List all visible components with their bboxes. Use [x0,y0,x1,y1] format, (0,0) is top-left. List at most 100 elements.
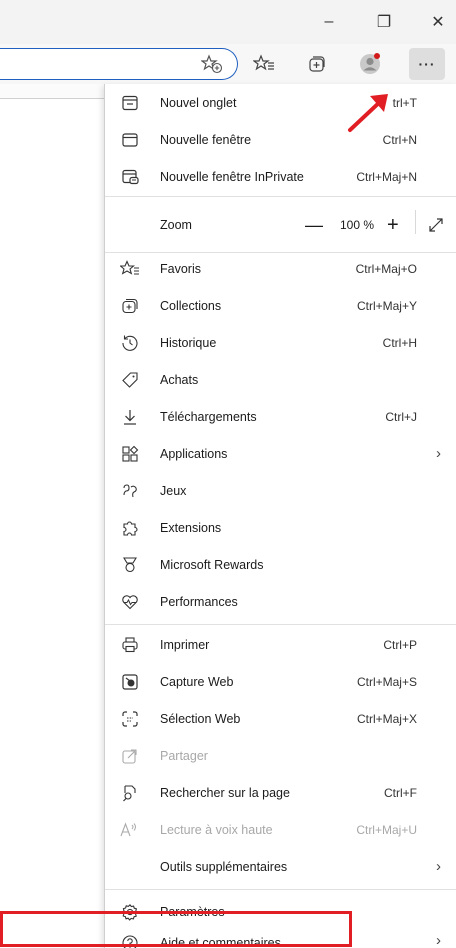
restore-icon: ❐ [376,14,392,31]
minimize-icon: – [324,13,334,30]
menu-item-label: Nouvelle fenêtre [160,132,252,147]
gear-icon [119,901,141,923]
menu-item-microsoft-rewards[interactable]: Microsoft Rewards [105,546,456,583]
puzzle-icon [119,517,141,539]
menu-item-label: Jeux [160,483,187,498]
read-aloud-icon [119,819,141,841]
games-icon [119,480,141,502]
menu-divider [105,889,456,890]
menu-divider [105,624,456,625]
favorites-icon [119,258,141,280]
more-icon: ··· [418,56,436,72]
favorites-icon[interactable] [250,50,278,78]
apps-icon [119,443,141,465]
performance-heart-icon [119,591,141,613]
menu-item-extensions[interactable]: Extensions [105,509,456,546]
rewards-medal-icon [119,554,141,576]
zoom-in-button[interactable]: + [387,214,399,237]
add-favorite-icon[interactable] [201,54,223,74]
menu-item-label: Microsoft Rewards [160,557,264,572]
menu-item-collections[interactable]: Collections Ctrl+Maj+Y [105,287,456,324]
menu-item-shortcut: Ctrl+Maj+N [356,169,417,184]
menu-item-more-tools[interactable]: Outils supplémentaires › [105,848,456,885]
fullscreen-icon[interactable] [427,216,445,234]
menu-item-label: Partager [160,748,208,763]
chevron-right-icon: › [436,858,441,875]
menu-item-label: Performances [160,594,238,609]
inprivate-window-icon [119,166,141,188]
menu-item-label: Paramètres [160,904,225,919]
address-bar[interactable] [0,48,238,80]
menu-item-shortcut: Ctrl+Maj+Y [356,298,417,313]
collections-icon [119,295,141,317]
menu-item-label: Collections [160,298,222,313]
collections-icon[interactable] [303,50,331,78]
menu-item-label: Nouvelle fenêtre InPrivate [160,169,304,184]
menu-item-find-on-page[interactable]: Rechercher sur la page Ctrl+F [105,774,456,811]
history-icon [119,332,141,354]
new-window-icon [119,129,141,151]
menu-item-new-window[interactable]: Nouvelle fenêtre Ctrl+N [105,121,456,158]
menu-item-new-inprivate-window[interactable]: Nouvelle fenêtre InPrivate Ctrl+Maj+N [105,158,456,195]
menu-item-label: Téléchargements [160,409,257,424]
menu-item-label: Nouvel onglet [160,95,237,110]
web-select-icon [119,708,141,730]
profile-avatar[interactable] [356,50,384,78]
red-arrow-annotation [348,94,388,132]
menu-item-shortcut: Ctrl+Maj+S [356,674,417,689]
menu-item-label: Sélection Web [160,711,241,726]
title-bar: – ❐ ✕ [0,0,456,44]
menu-item-label: Favoris [160,261,201,276]
tag-icon [119,369,141,391]
menu-item-shortcut: Ctrl+Maj+X [356,711,417,726]
menu-item-help-and-feedback[interactable]: Aide et commentaires › [105,930,456,948]
menu-item-performance[interactable]: Performances [105,583,456,620]
menu-item-label: Lecture à voix haute [160,822,273,837]
settings-and-more-menu: Nouvel onglet trl+T Nouvelle fenêtre Ctr… [104,84,456,948]
zoom-label: Zoom [160,218,192,232]
web-capture-icon [119,671,141,693]
menu-item-label: Rechercher sur la page [160,785,290,800]
menu-item-shortcut: Ctrl+Maj+O [355,261,417,276]
menu-item-shortcut: Ctrl+H [382,335,417,350]
menu-item-label: Outils supplémentaires [160,859,288,874]
menu-item-label: Capture Web [160,674,234,689]
new-tab-icon [119,92,141,114]
help-icon [119,932,141,948]
menu-item-share: Partager [105,737,456,774]
download-icon [119,406,141,428]
zoom-divider [415,210,416,234]
settings-and-more-button[interactable]: ··· [409,48,445,80]
menu-item-label: Aide et commentaires [160,936,281,948]
menu-item-new-tab[interactable]: Nouvel onglet trl+T [105,84,456,121]
menu-item-settings[interactable]: Paramètres [105,893,456,930]
printer-icon [119,634,141,656]
menu-item-history[interactable]: Historique Ctrl+H [105,324,456,361]
menu-item-shortcut: Ctrl+Maj+U [356,822,417,837]
menu-divider [105,196,456,197]
menu-item-shortcut: Ctrl+J [385,409,417,424]
chevron-right-icon: › [436,445,441,462]
menu-item-label: Imprimer [160,637,210,652]
menu-item-shopping[interactable]: Achats [105,361,456,398]
menu-item-label: Achats [160,372,199,387]
menu-item-games[interactable]: Jeux [105,472,456,509]
zoom-level: 100 % [340,218,375,232]
chevron-right-icon: › [436,932,441,948]
menu-item-label: Applications [160,446,228,461]
menu-item-favorites[interactable]: Favoris Ctrl+Maj+O [105,250,456,287]
restore-button[interactable]: ❐ [372,10,396,34]
menu-item-shortcut: Ctrl+P [383,637,417,652]
menu-item-web-capture[interactable]: Capture Web Ctrl+Maj+S [105,663,456,700]
menu-item-print[interactable]: Imprimer Ctrl+P [105,626,456,663]
close-button[interactable]: ✕ [426,10,450,34]
find-on-page-icon [119,782,141,804]
menu-item-apps[interactable]: Applications › [105,435,456,472]
zoom-out-button[interactable]: — [305,215,323,236]
menu-item-web-select[interactable]: Sélection Web Ctrl+Maj+X [105,700,456,737]
share-icon [119,745,141,767]
close-icon: ✕ [431,14,445,31]
menu-item-downloads[interactable]: Téléchargements Ctrl+J [105,398,456,435]
browser-toolbar [0,44,456,84]
minimize-button[interactable]: – [317,10,341,34]
